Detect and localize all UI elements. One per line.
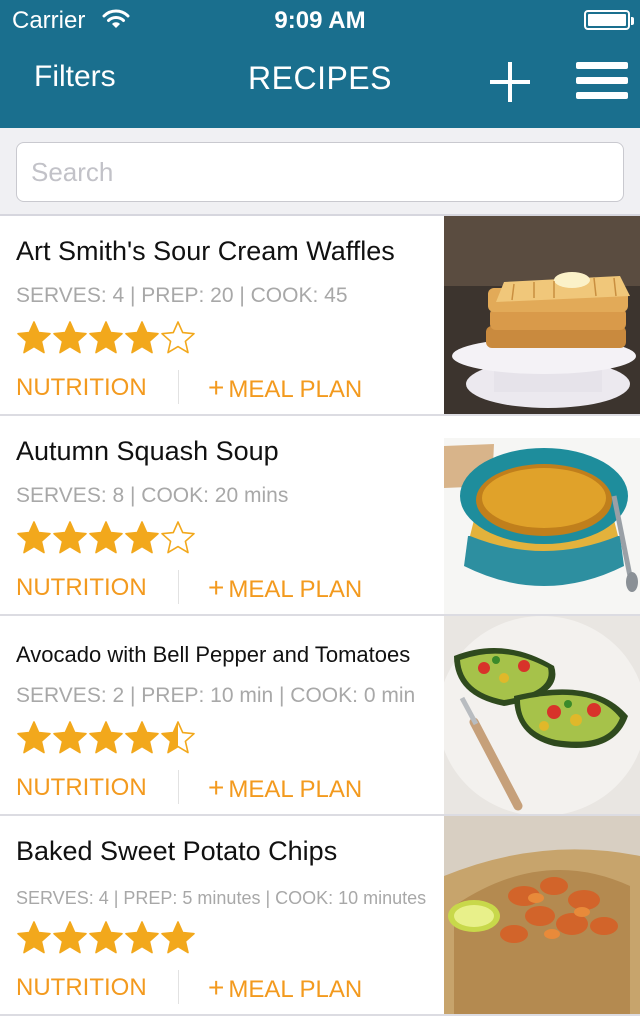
status-bar: Carrier 9:09 AM [0,0,640,40]
star-filled-icon [160,920,196,956]
recipe-meta: SERVES: 2 | PREP: 10 min | COOK: 0 min [16,684,416,707]
star-filled-icon [16,320,52,356]
recipe-name: Art Smith's Sour Cream Waffles [16,236,395,266]
star-empty-icon [160,320,196,356]
recipe-row[interactable]: Autumn Squash Soup SERVES: 8 | COOK: 20 … [0,416,640,616]
search-bar [0,128,640,216]
star-filled-icon [16,720,52,756]
meal-plan-label: MEAL PLAN [228,776,363,803]
star-filled-icon [52,920,88,956]
search-input[interactable] [16,142,624,202]
star-filled-icon [124,320,160,356]
star-filled-icon [16,520,52,556]
page-title: RECIPES [248,60,392,96]
recipe-name: Baked Sweet Potato Chips [16,836,338,866]
clock: 9:09 AM [274,7,366,34]
recipe-row[interactable]: Baked Sweet Potato Chips SERVES: 4 | PRE… [0,816,640,1016]
add-icon[interactable] [490,62,530,102]
meal-plan-label: MEAL PLAN [228,376,363,403]
divider [178,770,179,804]
meal-plan-button[interactable]: + MEAL PLAN [208,372,362,404]
meal-plan-button[interactable]: + MEAL PLAN [208,572,362,604]
recipe-meta: SERVES: 8 | COOK: 20 mins [16,484,289,507]
star-filled-icon [52,320,88,356]
star-filled-icon [124,720,160,756]
nutrition-button[interactable]: NUTRITION [16,974,147,1002]
star-filled-icon [88,320,124,356]
recipe-photo-chips[interactable] [444,816,640,1014]
recipe-photo-waffles[interactable] [444,216,640,414]
star-filled-icon [52,720,88,756]
star-rating [16,520,196,556]
star-filled-icon [16,920,52,956]
star-half-icon [160,720,196,756]
star-filled-icon [88,520,124,556]
plus-icon: + [208,972,225,1003]
star-filled-icon [88,920,124,956]
star-rating [16,720,196,756]
nutrition-button[interactable]: NUTRITION [16,374,147,402]
recipe-row[interactable]: Art Smith's Sour Cream Waffles SERVES: 4… [0,216,640,416]
recipe-list: Art Smith's Sour Cream Waffles SERVES: 4… [0,216,640,1016]
meal-plan-label: MEAL PLAN [228,976,363,1003]
star-rating [16,920,196,956]
plus-icon: + [208,772,225,803]
battery-icon [584,10,634,30]
nutrition-button[interactable]: NUTRITION [16,574,147,602]
recipe-name: Autumn Squash Soup [16,436,279,466]
star-empty-icon [160,520,196,556]
divider [178,370,179,404]
plus-icon: + [208,372,225,403]
recipe-row[interactable]: Avocado with Bell Pepper and Tomatoes SE… [0,616,640,816]
header-bar: Carrier 9:09 AM Filters RECIPES [0,0,640,128]
recipe-photo-soup[interactable] [444,416,640,614]
nutrition-button[interactable]: NUTRITION [16,774,147,802]
star-filled-icon [124,520,160,556]
recipe-meta: SERVES: 4 | PREP: 20 | COOK: 45 [16,284,348,307]
recipe-name: Avocado with Bell Pepper and Tomatoes [16,642,411,667]
plus-icon: + [208,572,225,603]
nav-bar: Filters RECIPES [0,40,640,128]
divider [178,570,179,604]
meal-plan-button[interactable]: + MEAL PLAN [208,772,362,804]
divider [178,970,179,1004]
star-rating [16,320,196,356]
star-filled-icon [88,720,124,756]
hamburger-menu-icon[interactable] [576,62,628,100]
star-filled-icon [124,920,160,956]
recipe-photo-avocado[interactable] [444,616,640,814]
recipe-meta: SERVES: 4 | PREP: 5 minutes | COOK: 10 m… [16,888,427,908]
meal-plan-button[interactable]: + MEAL PLAN [208,972,362,1004]
star-filled-icon [52,520,88,556]
meal-plan-label: MEAL PLAN [228,576,363,603]
